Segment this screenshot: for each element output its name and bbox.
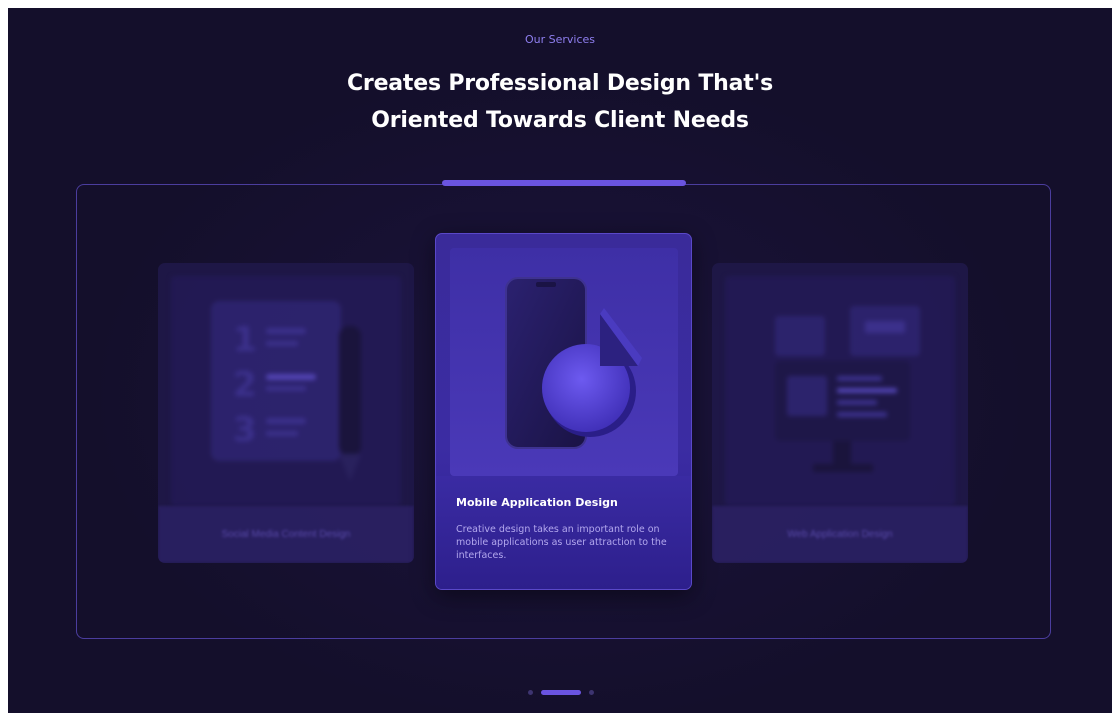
pagination-dot-active[interactable]	[541, 689, 581, 695]
section-eyebrow: Our Services	[524, 33, 596, 46]
service-card-info: Mobile Application Design Creative desig…	[436, 476, 691, 589]
carousel-pagination	[528, 688, 608, 696]
pagination-dot[interactable]	[589, 689, 594, 695]
services-section: Our Services Creates Professional Design…	[8, 8, 1112, 713]
phone-pie-chart-icon	[450, 248, 678, 476]
section-title-line-2: Oriented Towards Client Needs	[371, 108, 749, 133]
carousel-frame-accent-bar	[442, 180, 686, 186]
service-card-mobile-app[interactable]: Mobile Application Design Creative desig…	[435, 233, 692, 590]
service-card-title: Web Application Design	[712, 506, 968, 563]
svg-text:2: 2	[233, 365, 257, 405]
pagination-dot[interactable]	[528, 689, 533, 695]
service-card-social-media[interactable]: 1 2 3 Social Media Content Design	[158, 263, 414, 563]
section-title-line-1: Creates Professional Design That's	[346, 71, 774, 96]
svg-text:1: 1	[233, 320, 257, 360]
svg-text:3: 3	[233, 410, 257, 450]
monitor-dashboard-icon	[725, 276, 955, 506]
service-card-title: Mobile Application Design	[456, 496, 618, 509]
numbered-list-pen-icon: 1 2 3	[171, 276, 401, 506]
service-card-web-app[interactable]: Web Application Design	[712, 263, 968, 563]
service-card-description: Creative design takes an important role …	[456, 524, 667, 561]
service-card-title: Social Media Content Design	[158, 506, 414, 563]
section-title: Creates Professional Design That's Orien…	[8, 65, 1112, 139]
